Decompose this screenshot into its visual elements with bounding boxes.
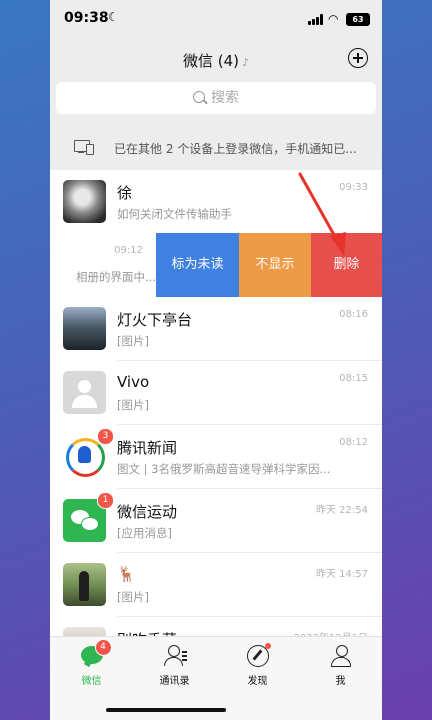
page-title: 微信 (4) ♪ — [50, 50, 382, 71]
chat-name: 微信运动 — [117, 503, 178, 521]
chat-row[interactable]: 灯火下亭台 [图片] 08:16 — [50, 297, 382, 361]
tab-label: 通讯录 — [159, 676, 190, 687]
tab-me[interactable]: 我 — [299, 643, 382, 687]
devices-icon — [74, 140, 94, 155]
unread-badge: 4 — [94, 639, 112, 656]
device-login-notice[interactable]: 已在其他 2 个设备上登录微信，手机通知已... — [50, 126, 382, 170]
tab-chats[interactable]: 4 微信 — [50, 639, 133, 687]
chat-name: 腾讯新闻 — [117, 439, 178, 457]
avatar — [63, 307, 106, 350]
chat-time: 09:12 — [114, 245, 143, 256]
phone-screen: 09:38 ☾ ◠ 63 微信 (4) ♪ 搜索 已在其他 2 个设备上登录微信，… — [50, 0, 382, 720]
wifi-icon: ◠ — [328, 12, 339, 26]
chat-preview: [图片] — [117, 398, 149, 412]
chat-time: 昨天 14:57 — [316, 569, 368, 580]
red-arrow-annotation — [298, 172, 346, 256]
chat-preview: [图片] — [117, 334, 149, 348]
moon-icon: ☾ — [108, 10, 119, 24]
contacts-icon — [162, 643, 188, 669]
chat-name: 灯火下亭台 — [117, 311, 193, 329]
swiped-row-content: 09:12 相册的界面中... — [50, 233, 156, 297]
chat-row[interactable]: Vivo [图片] 08:15 — [50, 361, 382, 425]
chat-preview: 相册的界面中... — [76, 270, 156, 284]
chat-bubble-icon: 4 — [79, 639, 112, 669]
chat-row[interactable]: 1 微信运动 [应用消息] 昨天 22:54 — [50, 489, 382, 553]
add-icon[interactable] — [348, 48, 368, 68]
chat-time: 08:16 — [339, 309, 368, 320]
person-icon — [328, 643, 354, 669]
signal-icon — [308, 14, 324, 25]
avatar — [63, 563, 106, 606]
chat-name: 徐 — [117, 184, 133, 202]
search-icon — [193, 91, 205, 103]
nav-bar: 微信 (4) ♪ — [50, 40, 382, 76]
ear-icon: ♪ — [242, 56, 250, 69]
tab-label: 微信 — [81, 676, 102, 687]
page-title-text: 微信 (4) — [182, 52, 239, 70]
chat-time: 08:12 — [339, 437, 368, 448]
compass-icon — [245, 643, 271, 669]
status-time: 09:38 — [64, 10, 109, 26]
battery-icon: 63 — [346, 13, 370, 26]
notice-text: 已在其他 2 个设备上登录微信，手机通知已... — [114, 142, 357, 156]
default-avatar-icon — [63, 371, 106, 414]
chat-preview: 图文 | 3名俄罗斯高超音速导弹科学家因... — [117, 462, 331, 476]
search-bar[interactable]: 搜索 — [56, 82, 376, 114]
chat-preview: [应用消息] — [117, 526, 172, 540]
chat-row[interactable]: 3 腾讯新闻 图文 | 3名俄罗斯高超音速导弹科学家因... 08:12 — [50, 425, 382, 489]
unread-badge: 3 — [97, 428, 114, 445]
search-placeholder: 搜索 — [211, 90, 239, 106]
mark-unread-button[interactable]: 标为未读 — [156, 233, 239, 297]
home-indicator[interactable] — [106, 708, 226, 712]
chat-time: 08:15 — [339, 373, 368, 384]
tab-label: 我 — [335, 676, 346, 687]
unread-badge: 1 — [97, 492, 114, 509]
chat-time: 昨天 22:54 — [316, 505, 368, 516]
chat-preview: 如何关闭文件传输助手 — [117, 207, 232, 221]
chat-row[interactable]: 🦌 [图片] 昨天 14:57 — [50, 553, 382, 617]
tab-discover[interactable]: 发现 — [216, 643, 299, 687]
chat-name: Vivo — [117, 373, 150, 391]
chat-name: 🦌 — [117, 565, 136, 583]
tab-contacts[interactable]: 通讯录 — [133, 643, 216, 687]
status-bar: 09:38 ☾ ◠ 63 — [50, 0, 382, 38]
avatar — [63, 180, 106, 223]
chat-preview: [图片] — [117, 590, 149, 604]
tab-label: 发现 — [247, 676, 268, 687]
